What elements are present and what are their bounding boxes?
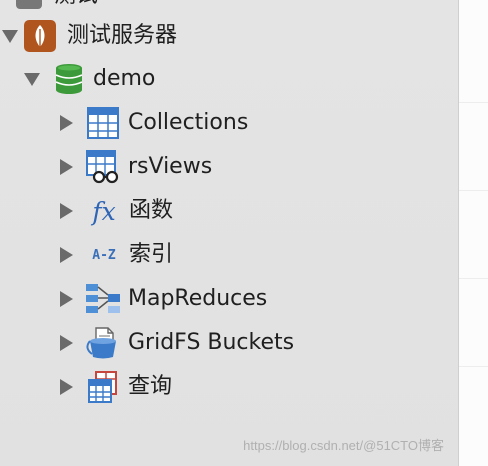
gridfs-bucket-icon [86, 326, 120, 360]
view-glasses-icon [86, 150, 120, 184]
tree-label-rsviews: rsViews [128, 154, 213, 179]
database-label: demo [93, 66, 156, 91]
tree-label-mapreduces: MapReduces [128, 286, 268, 311]
function-fx-icon: fx [87, 194, 121, 228]
tree-row-mapreduces[interactable]: MapReduces [60, 277, 267, 321]
tree-label-indexes: 索引 [129, 242, 174, 267]
az-glyph: A-Z [92, 247, 116, 263]
disclosure-collapsed-icon[interactable] [60, 335, 73, 351]
disclosure-collapsed-icon[interactable] [60, 379, 73, 395]
tree-label-partial-top: 测试 [54, 0, 98, 10]
query-table-icon [87, 370, 119, 404]
tree-row-server[interactable]: 测试服务器 [0, 14, 177, 58]
mapreduce-icon [85, 282, 121, 316]
disclosure-expanded-icon[interactable] [2, 29, 18, 43]
tree-label-collections: Collections [128, 110, 249, 135]
server-label: 测试服务器 [67, 23, 178, 48]
tree-row-collections[interactable]: Collections [60, 101, 248, 145]
index-az-icon: A-Z [86, 240, 122, 270]
tree-row-database[interactable]: demo [22, 57, 155, 101]
content-panel-edge [458, 0, 488, 466]
mongodb-leaf-icon [23, 19, 57, 53]
disclosure-collapsed-icon[interactable] [60, 291, 73, 307]
fx-glyph: fx [92, 196, 116, 226]
tree-row-gridfs[interactable]: GridFS Buckets [60, 321, 294, 365]
tree-row-functions[interactable]: fx 函数 [60, 189, 173, 233]
tree-row-indexes[interactable]: A-Z 索引 [60, 233, 173, 277]
disclosure-expanded-icon[interactable] [24, 72, 40, 86]
tree-label-functions: 函数 [129, 198, 174, 223]
tree-label-queries: 查询 [128, 374, 173, 399]
watermark: https://blog.csdn.net/@51CTO博客 [243, 438, 444, 453]
object-tree-sidebar: 测试 测试服务器 [0, 0, 458, 466]
disclosure-collapsed-icon[interactable] [60, 115, 73, 131]
disclosure-collapsed-icon[interactable] [60, 159, 73, 175]
database-icon [53, 62, 85, 96]
tree-label-gridfs: GridFS Buckets [128, 330, 295, 355]
tree-row-rsviews[interactable]: rsViews [60, 145, 212, 189]
disclosure-collapsed-icon[interactable] [60, 247, 73, 263]
connection-icon [14, 0, 44, 11]
disclosure-collapsed-icon[interactable] [60, 203, 73, 219]
tree-row-queries[interactable]: 查询 [60, 365, 172, 409]
table-grid-icon [87, 107, 119, 139]
